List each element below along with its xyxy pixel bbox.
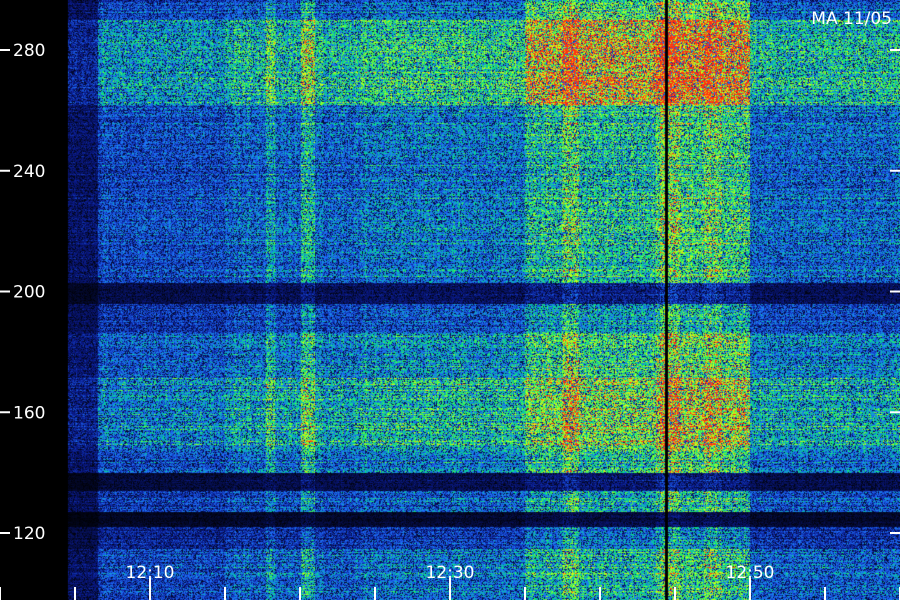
ytick-label-160: 160 (13, 403, 45, 423)
xtick-label-1: 12:30 (426, 563, 475, 583)
ytick-label-280: 280 (13, 41, 45, 61)
xtick-label-0: 12:10 (126, 563, 175, 583)
ytick-label-120: 120 (13, 524, 45, 544)
ytick-label-240: 240 (13, 162, 45, 182)
axes-layer: 120 160 200 240 280 12:10 12:30 12:50 (0, 41, 900, 600)
xtick-label-2: 12:50 (726, 563, 775, 583)
ytick-label-200: 200 (13, 283, 45, 303)
chart-title: MA 11/05 (811, 9, 892, 29)
spectrogram-chart: 120 160 200 240 280 12:10 12:30 12:50 MA 11/05 (0, 9, 900, 600)
